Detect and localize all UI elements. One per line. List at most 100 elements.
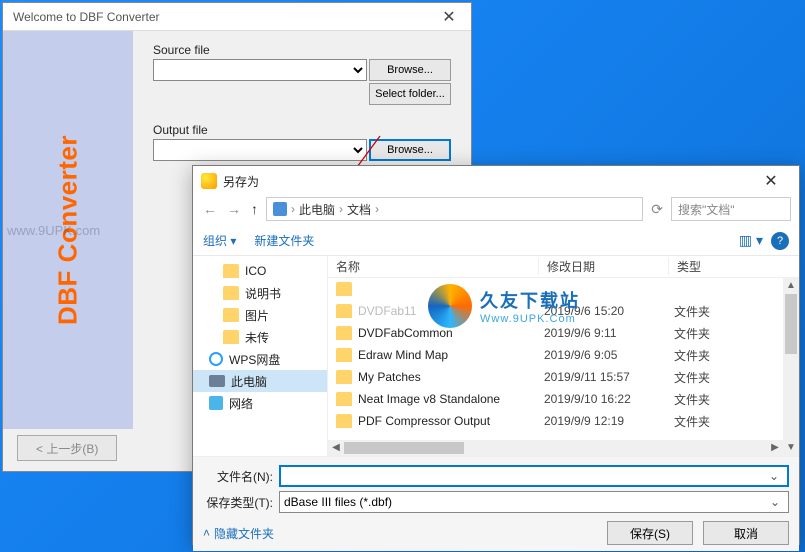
tree-node[interactable]: 未传: [193, 326, 327, 348]
file-type: 文件夹: [674, 347, 754, 364]
nav-bar: ← → ↑ › 此电脑 › 文档 › ⟳ 搜索"文档": [193, 196, 799, 226]
folder-icon: [336, 326, 352, 340]
save-title: 另存为: [223, 173, 751, 190]
tree-node[interactable]: 说明书: [193, 282, 327, 304]
file-date: 2019/9/6 15:20: [544, 304, 674, 318]
file-date: 2019/9/10 16:22: [544, 392, 674, 406]
file-row[interactable]: My Patches2019/9/11 15:57文件夹: [328, 366, 799, 388]
app-icon: [201, 173, 217, 189]
filetype-label: 保存类型(T):: [203, 494, 273, 511]
col-type[interactable]: 类型: [668, 258, 748, 275]
source-file-label: Source file: [153, 43, 451, 57]
output-browse-button[interactable]: Browse...: [369, 139, 451, 161]
file-type: 文件夹: [674, 303, 754, 320]
save-bottom-panel: 文件名(N): ⌄ 保存类型(T): dBase III files (*.db…: [193, 456, 799, 551]
crumb-root[interactable]: 此电脑: [299, 201, 335, 218]
file-name: PDF Compressor Output: [358, 414, 544, 428]
output-file-label: Output file: [153, 123, 451, 137]
col-name[interactable]: 名称: [328, 258, 538, 275]
watermark-text: www.9UPK.com: [7, 223, 100, 238]
tree-node[interactable]: 网络: [193, 392, 327, 414]
folder-icon: [336, 370, 352, 384]
file-name: My Patches: [358, 370, 544, 384]
vertical-scrollbar[interactable]: ▲▼: [783, 278, 799, 456]
search-input[interactable]: 搜索"文档": [671, 197, 791, 221]
folder-icon: [223, 264, 239, 278]
dbf-titlebar: Welcome to DBF Converter ✕: [3, 3, 471, 31]
tree-node[interactable]: 此电脑: [193, 370, 327, 392]
source-file-select[interactable]: [153, 59, 367, 81]
file-row[interactable]: DVDFab112019/9/6 15:20文件夹: [328, 300, 799, 322]
crumb-folder[interactable]: 文档: [347, 201, 371, 218]
wps-icon: [209, 352, 223, 366]
file-name: DVDFab11: [358, 304, 544, 318]
dbf-title: Welcome to DBF Converter: [9, 10, 433, 24]
refresh-icon[interactable]: ⟳: [649, 201, 665, 218]
nav-back-icon[interactable]: ←: [201, 201, 219, 217]
file-list[interactable]: 名称 修改日期 类型 DVDFab112019/9/6 15:20文件夹DVDF…: [328, 256, 799, 456]
chevron-up-icon: ˄: [203, 526, 210, 540]
folder-icon: [336, 304, 352, 318]
file-type: 文件夹: [674, 369, 754, 386]
tree-node[interactable]: WPS网盘: [193, 348, 327, 370]
chevron-down-icon[interactable]: ⌄: [765, 469, 783, 483]
file-name: Edraw Mind Map: [358, 348, 544, 362]
pc-icon: [209, 375, 225, 387]
file-row[interactable]: DVDFabCommon2019/9/6 9:11文件夹: [328, 322, 799, 344]
tree-label: 说明书: [245, 285, 281, 302]
tree-node[interactable]: ICO: [193, 260, 327, 282]
file-row[interactable]: [328, 278, 799, 300]
folder-icon: [336, 392, 352, 406]
col-date[interactable]: 修改日期: [538, 258, 668, 275]
toolbar: 组织 ▾ 新建文件夹 ▥ ▾ ?: [193, 226, 799, 256]
nav-up-icon[interactable]: ↑: [249, 201, 260, 217]
net-icon: [209, 396, 223, 410]
view-mode-button[interactable]: ▥ ▾: [739, 232, 763, 249]
tree-label: ICO: [245, 264, 266, 278]
breadcrumb[interactable]: › 此电脑 › 文档 ›: [266, 197, 643, 221]
tree-label: WPS网盘: [229, 351, 280, 368]
file-date: 2019/9/9 12:19: [544, 414, 674, 428]
file-list-header: 名称 修改日期 类型: [328, 256, 799, 278]
file-date: 2019/9/11 15:57: [544, 370, 674, 384]
hide-folders-toggle[interactable]: ˄隐藏文件夹: [203, 525, 274, 542]
file-date: 2019/9/6 9:11: [544, 326, 674, 340]
help-icon[interactable]: ?: [771, 232, 789, 250]
folder-tree[interactable]: ICO 说明书图片未传 WPS网盘此电脑网络: [193, 256, 328, 456]
save-button[interactable]: 保存(S): [607, 521, 693, 545]
file-type: 文件夹: [674, 325, 754, 342]
tree-label: 未传: [245, 329, 269, 346]
file-row[interactable]: Edraw Mind Map2019/9/6 9:05文件夹: [328, 344, 799, 366]
source-browse-button[interactable]: Browse...: [369, 59, 451, 81]
close-icon[interactable]: ✕: [433, 7, 465, 27]
folder-icon: [336, 282, 352, 296]
back-button[interactable]: < 上一步(B): [17, 435, 117, 461]
select-folder-button[interactable]: Select folder...: [369, 83, 451, 105]
file-name: Neat Image v8 Standalone: [358, 392, 544, 406]
organize-menu[interactable]: 组织 ▾: [203, 232, 236, 249]
folder-icon: [223, 308, 239, 322]
folder-icon: [223, 330, 239, 344]
cancel-button[interactable]: 取消: [703, 521, 789, 545]
tree-label: 网络: [229, 395, 253, 412]
horizontal-scrollbar[interactable]: ◀▶: [328, 440, 783, 456]
filename-label: 文件名(N):: [203, 468, 273, 485]
file-row[interactable]: Neat Image v8 Standalone2019/9/10 16:22文…: [328, 388, 799, 410]
save-titlebar: 另存为 ✕: [193, 166, 799, 196]
folder-icon: [336, 414, 352, 428]
close-icon[interactable]: ✕: [751, 171, 791, 191]
file-type: 文件夹: [674, 391, 754, 408]
file-row[interactable]: PDF Compressor Output2019/9/9 12:19文件夹: [328, 410, 799, 432]
tree-label: 此电脑: [231, 373, 267, 390]
new-folder-button[interactable]: 新建文件夹: [254, 232, 314, 249]
tree-label: 图片: [245, 307, 269, 324]
nav-forward-icon[interactable]: →: [225, 201, 243, 217]
chevron-down-icon[interactable]: ⌄: [766, 495, 784, 509]
tree-node[interactable]: 图片: [193, 304, 327, 326]
save-as-dialog: 另存为 ✕ ← → ↑ › 此电脑 › 文档 › ⟳ 搜索"文档" 组织 ▾ 新…: [192, 165, 800, 545]
output-file-select[interactable]: [153, 139, 367, 161]
filetype-select[interactable]: dBase III files (*.dbf)⌄: [279, 491, 789, 513]
folder-icon: [223, 286, 239, 300]
pc-icon: [273, 202, 287, 216]
filename-input[interactable]: ⌄: [279, 465, 789, 487]
